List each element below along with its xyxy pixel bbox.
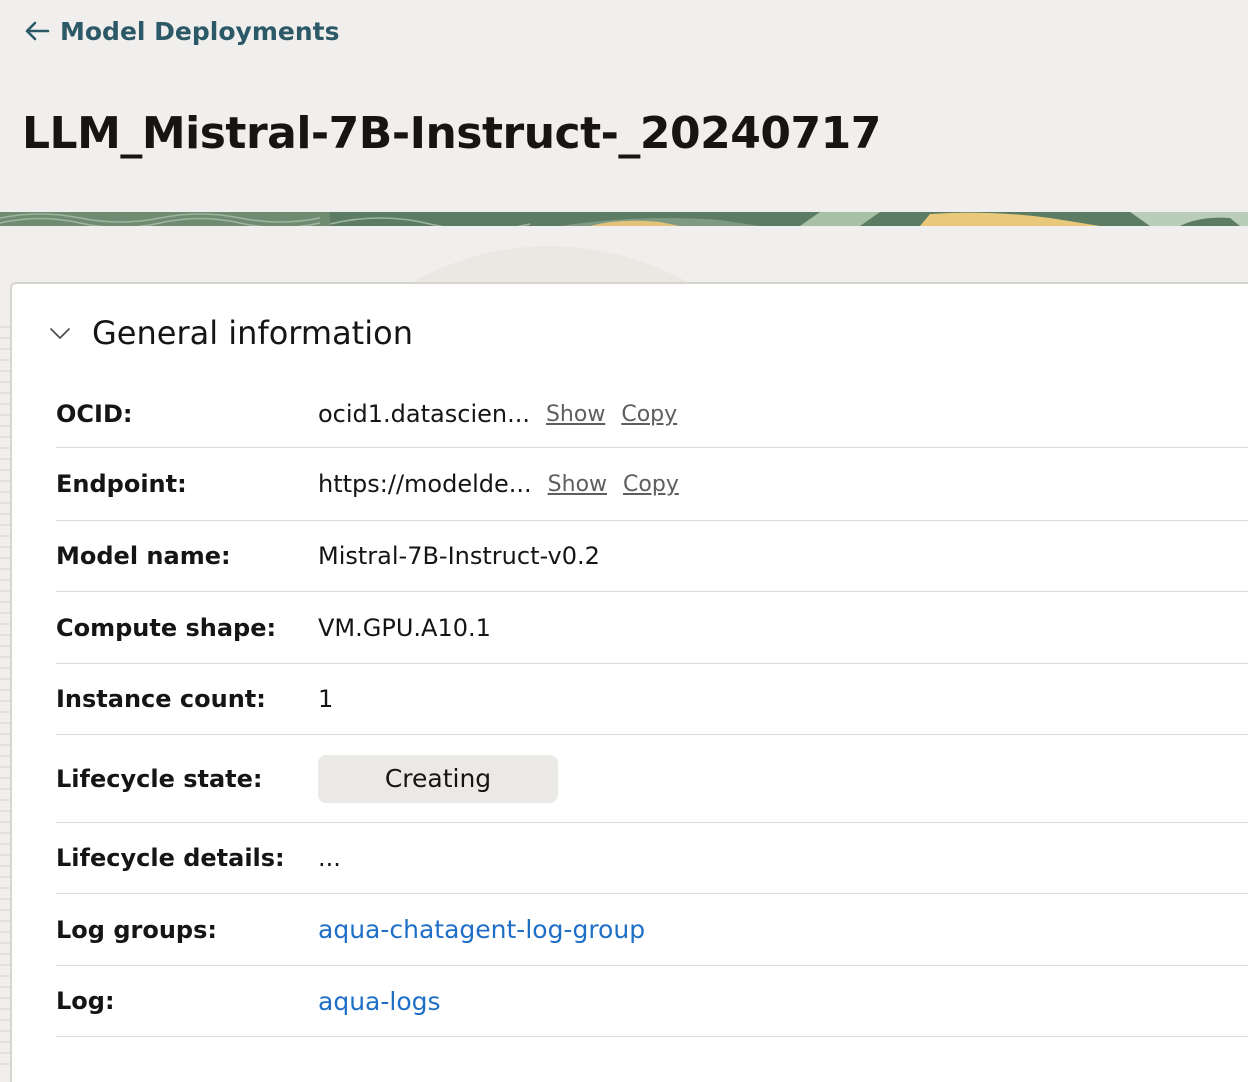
instance-count-label: Instance count: xyxy=(56,685,266,713)
ocid-value-container: ocid1.datascien... Show Copy xyxy=(318,400,677,428)
back-link-label: Model Deployments xyxy=(60,16,340,46)
endpoint-copy-link[interactable]: Copy xyxy=(623,472,679,497)
model-name-value: Mistral-7B-Instruct-v0.2 xyxy=(318,542,600,570)
back-to-model-deployments-link[interactable]: Model Deployments xyxy=(22,16,339,46)
page-header: Model Deployments LLM_Mistral-7B-Instruc… xyxy=(0,0,1248,226)
row-compute-shape: Compute shape: VM.GPU.A10.1 xyxy=(56,592,1248,664)
row-endpoint: Endpoint: https://modelde... Show Copy xyxy=(56,448,1248,521)
log-value-container: aqua-logs xyxy=(318,987,441,1016)
log-groups-value-container: aqua-chatagent-log-group xyxy=(318,915,645,944)
general-information-toggle[interactable]: General information xyxy=(48,314,413,352)
lifecycle-state-value-container: Creating xyxy=(318,754,558,803)
ocid-copy-link[interactable]: Copy xyxy=(621,402,677,427)
row-log-groups: Log groups: aqua-chatagent-log-group xyxy=(56,894,1248,966)
log-group-link[interactable]: aqua-chatagent-log-group xyxy=(318,915,645,944)
row-lifecycle-state: Lifecycle state: Creating xyxy=(56,735,1248,823)
endpoint-label: Endpoint: xyxy=(56,470,187,498)
endpoint-value-container: https://modelde... Show Copy xyxy=(318,470,679,498)
log-link[interactable]: aqua-logs xyxy=(318,987,441,1016)
arrow-left-icon xyxy=(25,21,50,41)
row-ocid: OCID: ocid1.datascien... Show Copy xyxy=(56,381,1248,448)
chevron-down-icon xyxy=(50,328,70,339)
row-lifecycle-details: Lifecycle details: ... xyxy=(56,823,1248,894)
log-label: Log: xyxy=(56,987,115,1015)
model-name-label: Model name: xyxy=(56,542,231,570)
ocid-value: ocid1.datascien... xyxy=(318,400,530,428)
row-log: Log: aqua-logs xyxy=(56,966,1248,1037)
section-title: General information xyxy=(92,314,413,352)
row-instance-count: Instance count: 1 xyxy=(56,664,1248,735)
ocid-show-link[interactable]: Show xyxy=(546,402,605,427)
endpoint-value: https://modelde... xyxy=(318,470,532,498)
compute-shape-value: VM.GPU.A10.1 xyxy=(318,613,491,642)
decorative-banner xyxy=(0,212,1248,226)
instance-count-value: 1 xyxy=(318,685,334,713)
endpoint-show-link[interactable]: Show xyxy=(548,472,607,497)
details-list: OCID: ocid1.datascien... Show Copy Endpo… xyxy=(56,381,1248,1037)
lifecycle-details-label: Lifecycle details: xyxy=(56,844,285,872)
lifecycle-state-badge: Creating xyxy=(318,754,558,803)
compute-shape-label: Compute shape: xyxy=(56,613,277,642)
general-information-panel: General information OCID: ocid1.datascie… xyxy=(10,282,1248,1082)
lifecycle-details-value: ... xyxy=(318,844,341,872)
lifecycle-state-label: Lifecycle state: xyxy=(56,764,263,793)
row-model-name: Model name: Mistral-7B-Instruct-v0.2 xyxy=(56,521,1248,592)
log-groups-label: Log groups: xyxy=(56,915,217,944)
ocid-label: OCID: xyxy=(56,400,133,428)
page-title: LLM_Mistral-7B-Instruct-_20240717 xyxy=(22,108,881,159)
